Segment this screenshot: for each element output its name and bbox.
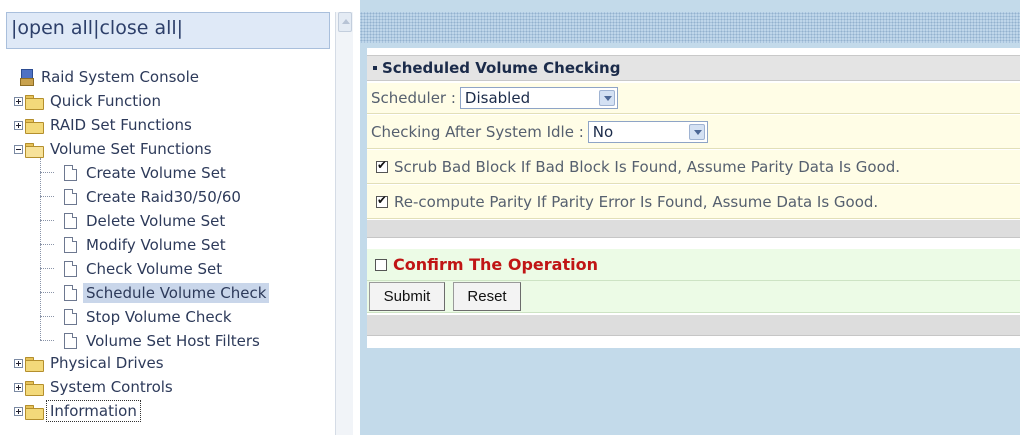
page-icon bbox=[64, 261, 77, 277]
expand-icon[interactable] bbox=[14, 96, 23, 106]
tree-group-quick-function[interactable]: Quick Function bbox=[14, 90, 164, 112]
tree-connector bbox=[40, 196, 54, 197]
content-frame: Scheduled Volume Checking Scheduler : Di… bbox=[360, 0, 1020, 435]
idle-label: Checking After System Idle : bbox=[371, 122, 584, 141]
tree-group-information[interactable]: Information bbox=[14, 400, 141, 422]
idle-row: Checking After System Idle : No bbox=[367, 115, 1020, 149]
page-icon bbox=[64, 309, 77, 325]
content-top-banner bbox=[360, 12, 1020, 43]
reset-button[interactable]: Reset bbox=[453, 282, 521, 311]
tree-connector bbox=[40, 172, 54, 173]
tree-item-check-volume-set[interactable]: Check Volume Set bbox=[64, 258, 225, 280]
tree-item-schedule-volume-check[interactable]: Schedule Volume Check bbox=[64, 282, 270, 304]
scrub-label: Scrub Bad Block If Bad Block Is Found, A… bbox=[394, 157, 901, 176]
expand-icon[interactable] bbox=[14, 382, 23, 392]
expand-icon[interactable] bbox=[14, 358, 23, 368]
console-icon bbox=[20, 69, 34, 86]
page-icon bbox=[64, 213, 77, 229]
folder-icon bbox=[25, 356, 44, 372]
confirm-checkbox[interactable] bbox=[375, 258, 387, 271]
tree-root-raid-system-console[interactable]: Raid System Console bbox=[20, 66, 202, 88]
folder-icon bbox=[25, 404, 44, 420]
tree-item-delete-volume-set[interactable]: Delete Volume Set bbox=[64, 210, 228, 232]
open-close-links: |open all|close all| bbox=[11, 17, 183, 39]
folder-icon bbox=[25, 118, 44, 134]
tree-group-label: Physical Drives bbox=[50, 354, 164, 372]
tree-item-stop-volume-check[interactable]: Stop Volume Check bbox=[64, 306, 235, 328]
tree-root-label: Raid System Console bbox=[41, 68, 199, 86]
tree-connector bbox=[40, 158, 41, 340]
form-title: Scheduled Volume Checking bbox=[382, 59, 621, 77]
folder-icon bbox=[25, 94, 44, 110]
tree-group-physical-drives[interactable]: Physical Drives bbox=[14, 352, 167, 374]
collapse-icon[interactable] bbox=[14, 144, 23, 154]
tree-item-create-volume-set[interactable]: Create Volume Set bbox=[64, 162, 229, 184]
tree-connector bbox=[40, 292, 54, 293]
chevron-down-icon[interactable] bbox=[598, 90, 615, 106]
page-icon bbox=[64, 285, 77, 301]
form-title-bar: Scheduled Volume Checking bbox=[367, 55, 1020, 81]
tree-item-label: Volume Set Host Filters bbox=[86, 332, 260, 350]
confirm-row: Confirm The Operation bbox=[367, 249, 1020, 281]
scrub-checkbox[interactable] bbox=[376, 158, 388, 173]
page-icon bbox=[64, 165, 77, 181]
tree-connector bbox=[40, 316, 54, 317]
scroll-up-arrow-icon[interactable] bbox=[338, 12, 352, 32]
tree-item-label: Delete Volume Set bbox=[86, 212, 226, 230]
tree-group-label: Information bbox=[46, 400, 141, 422]
tree-item-create-raid30-50-60[interactable]: Create Raid30/50/60 bbox=[64, 186, 244, 208]
separator: | bbox=[176, 17, 184, 39]
confirm-label: Confirm The Operation bbox=[393, 255, 598, 274]
buttons-row: Submit Reset bbox=[367, 281, 1020, 313]
tree-group-label: RAID Set Functions bbox=[50, 116, 192, 134]
expand-icon[interactable] bbox=[14, 406, 23, 416]
recompute-row: Re-compute Parity If Parity Error Is Fou… bbox=[367, 185, 1020, 219]
tree-connector bbox=[40, 268, 54, 269]
page-icon bbox=[64, 237, 77, 253]
tree-item-label: Create Raid30/50/60 bbox=[86, 188, 241, 206]
scheduler-value: Disabled bbox=[464, 89, 531, 107]
tree-item-label: Modify Volume Set bbox=[86, 236, 226, 254]
close-all-link[interactable]: close all bbox=[99, 17, 176, 39]
idle-value: No bbox=[592, 122, 614, 141]
tree-group-label: System Controls bbox=[50, 378, 173, 396]
recompute-checkbox[interactable] bbox=[376, 193, 388, 208]
tree-item-label: Stop Volume Check bbox=[86, 308, 232, 326]
tree-group-label: Quick Function bbox=[50, 92, 161, 110]
tree-item-label: Check Volume Set bbox=[86, 260, 223, 278]
tree-group-volume-set-functions[interactable]: Volume Set Functions bbox=[14, 138, 215, 160]
navigation-frame: |open all|close all| Raid System Console… bbox=[0, 0, 357, 435]
tree-connector bbox=[40, 244, 54, 245]
page-icon bbox=[64, 189, 77, 205]
folder-open-icon bbox=[25, 142, 44, 158]
nav-header: |open all|close all| bbox=[6, 12, 330, 49]
footer-bar bbox=[367, 315, 1020, 336]
scheduler-row: Scheduler : Disabled bbox=[367, 83, 1020, 114]
submit-button[interactable]: Submit bbox=[369, 282, 445, 311]
bullet-icon bbox=[373, 66, 377, 70]
tree-item-modify-volume-set[interactable]: Modify Volume Set bbox=[64, 234, 229, 256]
scheduler-label: Scheduler : bbox=[371, 89, 456, 107]
schedule-form: Scheduled Volume Checking Scheduler : Di… bbox=[367, 48, 1020, 348]
idle-select[interactable]: No bbox=[587, 120, 708, 143]
nav-scrollbar[interactable] bbox=[335, 12, 353, 435]
page-icon bbox=[64, 333, 77, 349]
tree-group-system-controls[interactable]: System Controls bbox=[14, 376, 176, 398]
tree-item-volume-set-host-filters[interactable]: Volume Set Host Filters bbox=[64, 330, 263, 352]
scrub-row: Scrub Bad Block If Bad Block Is Found, A… bbox=[367, 150, 1020, 184]
spacer-bar bbox=[367, 220, 1020, 238]
tree-item-label: Create Volume Set bbox=[86, 164, 226, 182]
expand-icon[interactable] bbox=[14, 120, 23, 130]
tree-item-label: Schedule Volume Check bbox=[83, 283, 270, 303]
tree-group-label: Volume Set Functions bbox=[50, 140, 212, 158]
recompute-label: Re-compute Parity If Parity Error Is Fou… bbox=[394, 192, 879, 211]
scheduler-select[interactable]: Disabled bbox=[459, 87, 618, 109]
tree-group-raid-set-functions[interactable]: RAID Set Functions bbox=[14, 114, 195, 136]
tree-connector bbox=[40, 340, 54, 341]
open-all-link[interactable]: open all bbox=[17, 17, 93, 39]
chevron-down-icon[interactable] bbox=[688, 123, 705, 140]
tree-connector bbox=[40, 220, 54, 221]
folder-icon bbox=[25, 380, 44, 396]
